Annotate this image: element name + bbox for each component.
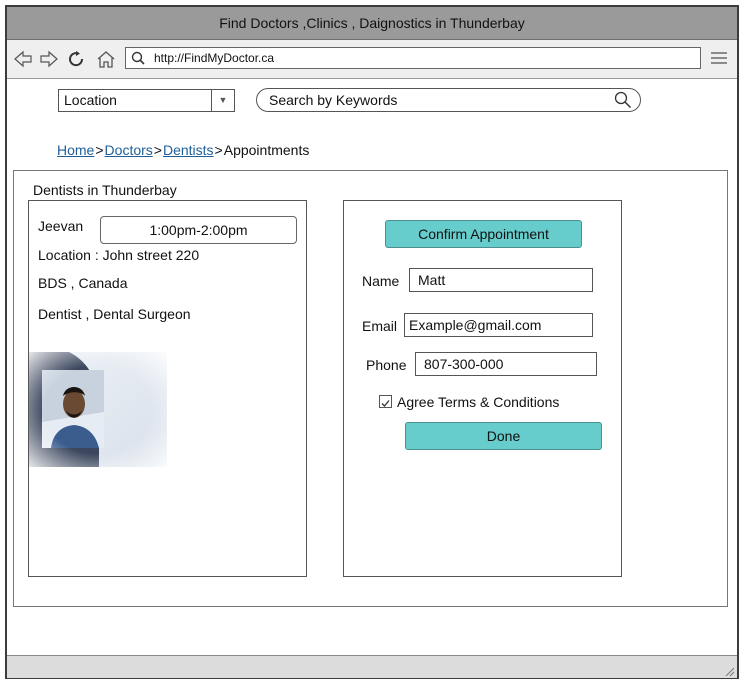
breadcrumb: Home>Doctors>Dentists>Appointments xyxy=(57,142,309,158)
title-bar: Find Doctors ,Clinics , Daignostics in T… xyxy=(7,7,737,40)
location-select[interactable]: Location ▼ xyxy=(58,89,235,112)
doctor-location: Location : John street 220 xyxy=(38,247,200,263)
panel-title: Dentists in Thunderbay xyxy=(33,182,177,198)
browser-toolbar: http://FindMyDoctor.ca xyxy=(7,40,737,79)
dentists-panel: Dentists in Thunderbay Jeevan 1:00pm-2:0… xyxy=(13,170,728,607)
menu-icon[interactable] xyxy=(711,51,727,65)
time-slot-button[interactable]: 1:00pm-2:00pm xyxy=(100,216,297,244)
breadcrumb-home-link[interactable]: Home xyxy=(57,142,94,158)
phone-label: Phone xyxy=(366,357,407,373)
doctor-photo xyxy=(29,352,167,467)
page-content: Location ▼ Search by Keywords Home>Docto… xyxy=(7,79,737,654)
breadcrumb-doctors-link[interactable]: Doctors xyxy=(105,142,153,158)
doctor-degree: BDS , Canada xyxy=(38,275,128,291)
keyword-search-placeholder: Search by Keywords xyxy=(269,92,398,108)
resize-grip-icon[interactable] xyxy=(724,666,734,676)
chevron-down-icon[interactable]: ▼ xyxy=(211,90,234,111)
forward-icon[interactable] xyxy=(39,50,59,68)
email-label: Email xyxy=(362,318,398,334)
chevron-right-icon: > xyxy=(153,142,162,158)
chevron-right-icon: > xyxy=(214,142,223,158)
doctor-card: Jeevan 1:00pm-2:00pm Location : John str… xyxy=(28,200,307,577)
home-icon[interactable] xyxy=(96,50,116,68)
terms-label: Agree Terms & Conditions xyxy=(397,394,560,410)
address-bar[interactable]: http://FindMyDoctor.ca xyxy=(125,47,701,69)
browser-window: Find Doctors ,Clinics , Daignostics in T… xyxy=(5,5,739,679)
done-button[interactable]: Done xyxy=(405,422,602,450)
keyword-search-input[interactable]: Search by Keywords xyxy=(256,88,641,112)
doctor-name: Jeevan xyxy=(38,218,84,234)
email-field[interactable]: Example@gmail.com xyxy=(404,313,593,337)
doctor-specialty: Dentist , Dental Surgeon xyxy=(38,306,191,322)
appointment-form: Confirm Appointment Name Matt Email Exam… xyxy=(343,200,622,577)
breadcrumb-current: Appointments xyxy=(223,142,310,158)
url-text: http://FindMyDoctor.ca xyxy=(154,51,275,65)
chevron-right-icon: > xyxy=(95,142,104,158)
back-icon[interactable] xyxy=(13,50,33,68)
search-icon[interactable] xyxy=(614,91,632,109)
terms-checkbox[interactable] xyxy=(379,395,392,408)
window-title: Find Doctors ,Clinics , Daignostics in T… xyxy=(219,15,525,31)
search-icon xyxy=(131,51,145,65)
status-bar xyxy=(7,655,737,678)
location-select-value: Location xyxy=(64,92,117,108)
phone-field[interactable]: 807-300-000 xyxy=(415,352,597,376)
name-label: Name xyxy=(362,273,400,289)
breadcrumb-dentists-link[interactable]: Dentists xyxy=(163,142,214,158)
name-field[interactable]: Matt xyxy=(409,268,593,292)
reload-icon[interactable] xyxy=(67,50,87,68)
confirm-appointment-button[interactable]: Confirm Appointment xyxy=(385,220,582,248)
checkmark-icon xyxy=(381,400,390,407)
